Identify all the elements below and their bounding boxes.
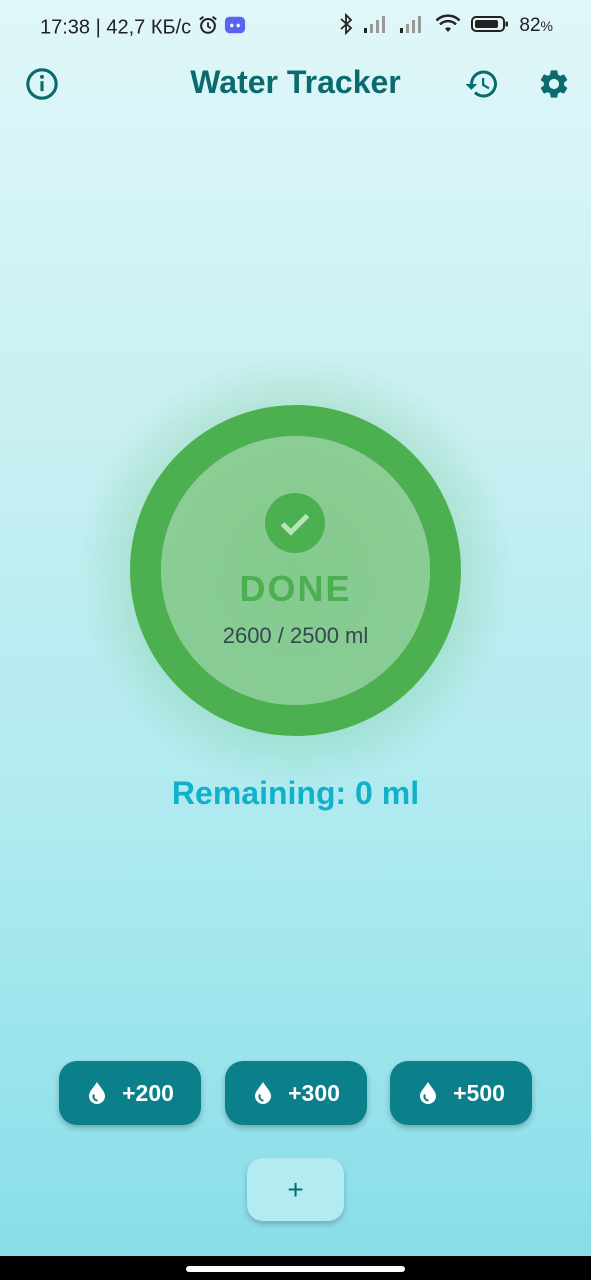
discord-icon: [224, 14, 246, 42]
gesture-handle[interactable]: [186, 1266, 405, 1272]
add-custom-button[interactable]: +: [247, 1158, 344, 1221]
status-bar: 17:38 | 42,7 КБ/с 82%: [0, 0, 591, 52]
battery-percent-unit: %: [540, 18, 553, 34]
signal-icon: [399, 14, 425, 39]
battery-percent: 82%: [519, 15, 553, 37]
add-300-label: +300: [288, 1079, 340, 1106]
status-time-text: 17:38 | 42,7 КБ/с: [40, 16, 192, 39]
progress-amount: 2600 / 2500 ml: [222, 623, 369, 648]
alarm-icon: [197, 14, 219, 42]
bluetooth-icon: [339, 12, 353, 40]
add-200-label: +200: [122, 1079, 174, 1106]
battery-percent-value: 82: [519, 15, 541, 36]
water-drop-icon: [89, 1082, 106, 1104]
add-300-button[interactable]: +300: [225, 1061, 367, 1125]
signal-icon: [363, 14, 389, 39]
status-time: 17:38 | 42,7 КБ/с: [40, 14, 246, 42]
status-right-group: 82%: [339, 12, 553, 40]
progress-status: DONE: [239, 568, 352, 609]
history-icon: [465, 70, 497, 98]
wifi-icon: [435, 13, 461, 39]
remaining-text: Remaining: 0 ml: [171, 775, 420, 811]
history-button[interactable]: [458, 60, 506, 108]
settings-icon: [540, 70, 568, 98]
settings-button[interactable]: [530, 60, 578, 108]
add-200-button[interactable]: +200: [59, 1061, 201, 1125]
water-drop-icon: [420, 1082, 437, 1104]
battery-icon: [471, 14, 509, 39]
goal-complete-check: [265, 493, 325, 553]
check-icon: [280, 513, 310, 536]
add-custom-label: +: [287, 1173, 304, 1205]
water-drop-icon: [255, 1082, 272, 1104]
add-500-button[interactable]: +500: [390, 1061, 532, 1125]
app-bar: Water Tracker: [0, 52, 591, 118]
add-500-label: +500: [453, 1079, 505, 1106]
